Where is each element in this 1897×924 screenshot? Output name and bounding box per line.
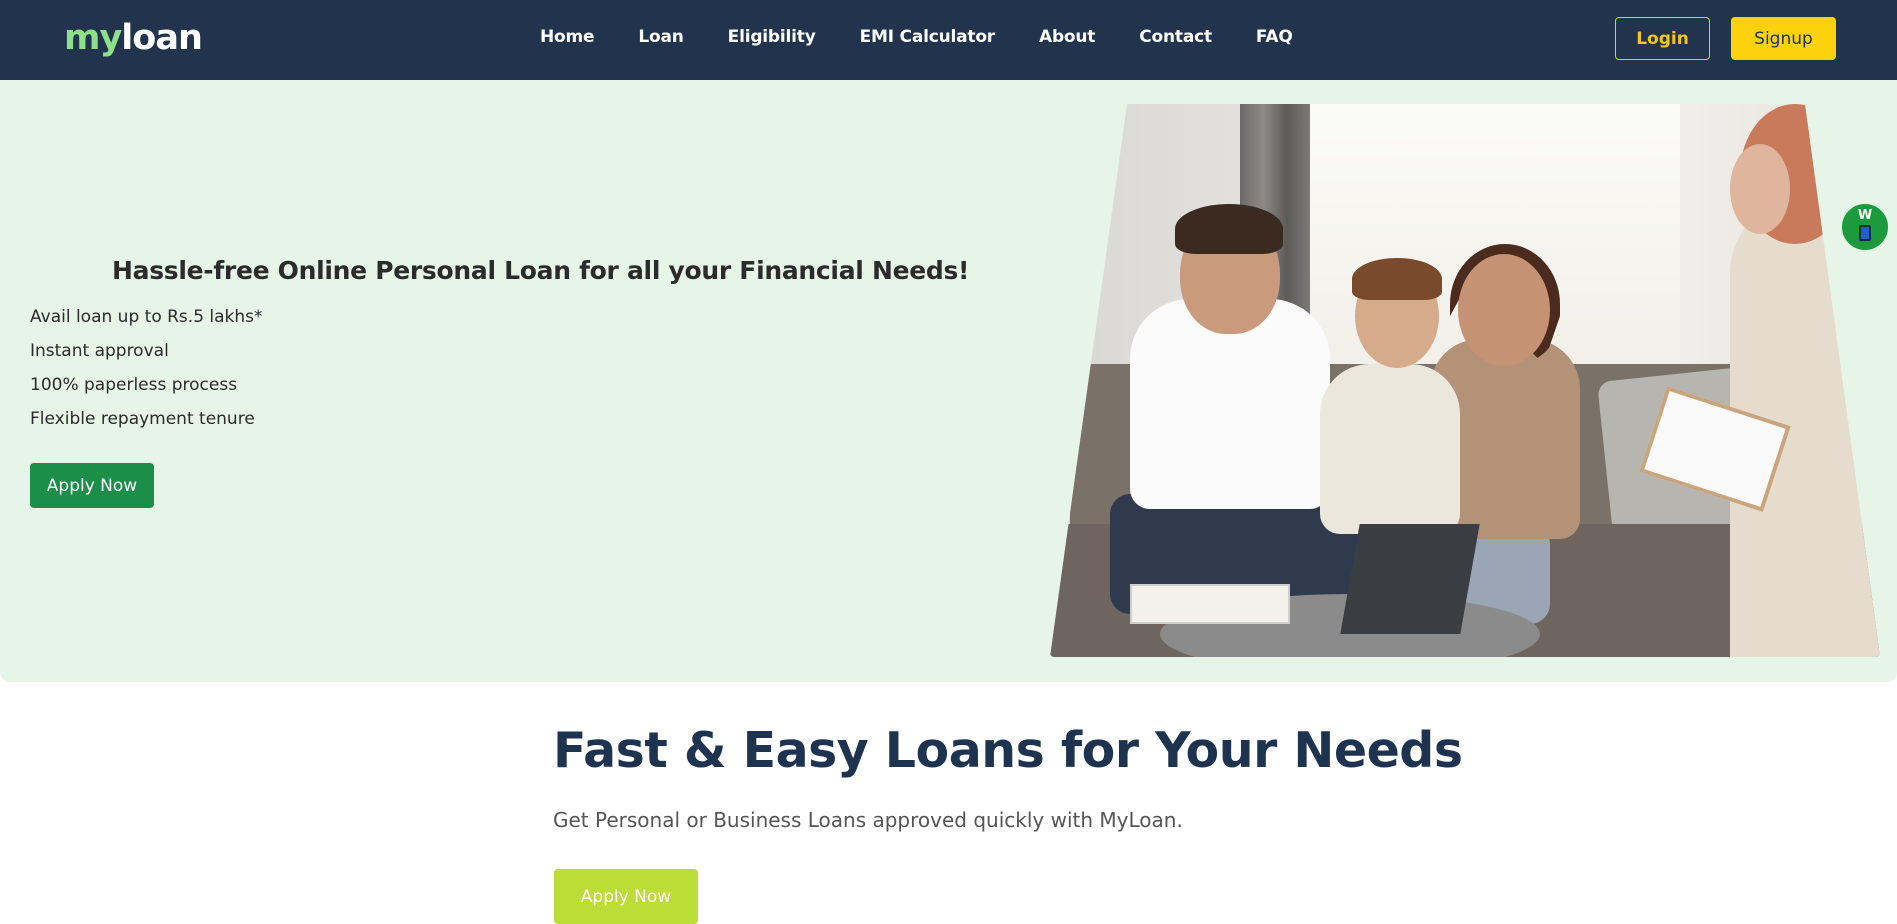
photo-boy [1320,364,1460,534]
nav-link-home[interactable]: Home [540,27,595,47]
nav-link-contact[interactable]: Contact [1139,27,1212,47]
logo-part-my: my [64,18,122,58]
hero-title: Hassle-free Online Personal Loan for all… [112,256,970,285]
feature-item: Flexible repayment tenure [30,409,255,429]
logo-part-loan: loan [121,18,203,58]
login-button[interactable]: Login [1615,17,1710,60]
feature-item: Avail loan up to Rs.5 lakhs* [30,307,263,327]
nav-links: Home Loan Eligibility EMI Calculator Abo… [540,27,1293,47]
hero-apply-button[interactable]: Apply Now [30,463,154,508]
feature-list: Avail loan up to Rs.5 lakhs* Instant app… [30,306,263,442]
photo-woman-head [1458,254,1550,366]
hero-section: Hassle-free Online Personal Loan for all… [0,80,1897,682]
signup-button[interactable]: Signup [1731,17,1836,60]
chat-widget-label: W [1857,208,1873,223]
feature-item: 100% paperless process [30,375,238,395]
nav-link-about[interactable]: About [1039,27,1095,47]
hero-family-photo [1050,104,1880,657]
nav-link-faq[interactable]: FAQ [1256,27,1293,47]
loans-intro-section: Fast & Easy Loans for Your Needs Get Per… [0,682,1897,924]
nav-link-eligibility[interactable]: Eligibility [728,27,816,47]
photo-boy-hair [1352,258,1442,300]
navbar: myloan Home Loan Eligibility EMI Calcula… [0,0,1897,80]
photo-consultant-face [1730,144,1790,234]
section-title: Fast & Easy Loans for Your Needs [553,722,1463,779]
section-apply-button[interactable]: Apply Now [554,869,698,924]
photo-laptop [1340,524,1480,634]
phone-icon [1859,225,1871,241]
nav-link-emi-calculator[interactable]: EMI Calculator [860,27,996,47]
photo-man-hair [1175,204,1283,254]
feature-item: Instant approval [30,341,169,361]
section-subtitle: Get Personal or Business Loans approved … [553,808,1183,832]
logo[interactable]: myloan [64,18,203,58]
nav-link-loan[interactable]: Loan [638,27,683,47]
photo-tray [1130,584,1290,624]
chat-widget-button[interactable]: W [1840,202,1890,252]
